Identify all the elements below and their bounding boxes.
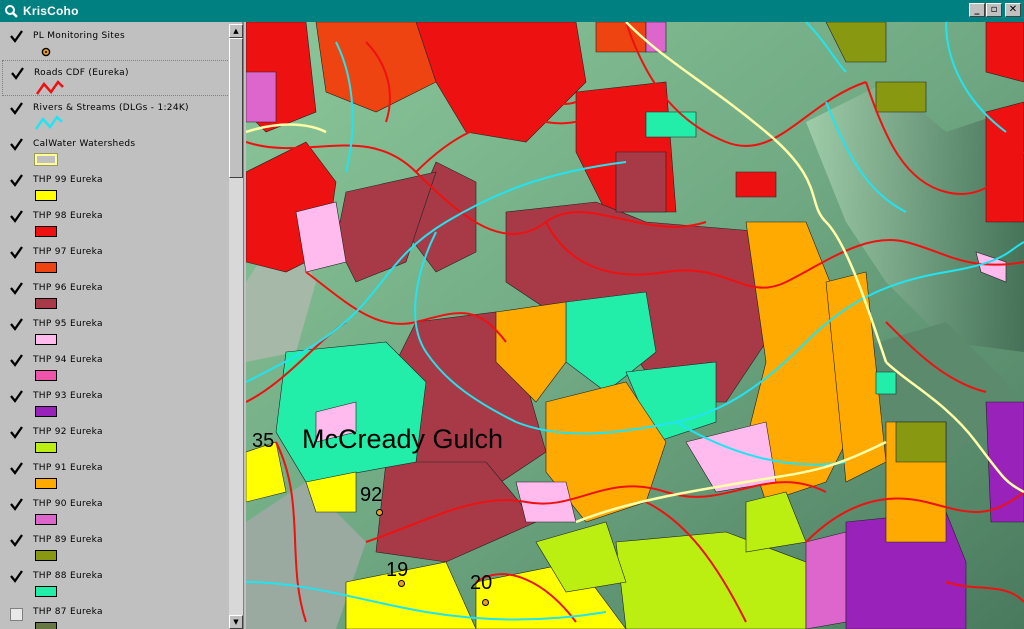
layer-visibility-checkbox[interactable]	[10, 174, 23, 187]
legend-layer-item[interactable]: THP 96 Eureka	[2, 276, 230, 312]
legend-layer-item[interactable]: CalWater Watersheds	[2, 132, 230, 168]
map-canvas[interactable]	[246, 22, 1024, 629]
layer-color-swatch	[35, 550, 57, 561]
layer-visibility-checkbox[interactable]	[10, 102, 23, 115]
layer-visibility-checkbox[interactable]	[10, 354, 23, 367]
layer-color-swatch	[35, 622, 57, 629]
layer-name: THP 93 Eureka	[33, 391, 103, 401]
layer-color-swatch	[35, 334, 57, 345]
scroll-down-button[interactable]: ▼	[229, 615, 243, 629]
layer-color-swatch	[35, 406, 57, 417]
layer-visibility-checkbox[interactable]	[10, 246, 23, 259]
layer-name: THP 87 Eureka	[33, 607, 103, 617]
layer-visibility-checkbox[interactable]	[10, 282, 23, 295]
legend-panel: PL Monitoring Sites Roads CDF (Eureka) Riv…	[0, 22, 244, 629]
maximize-button[interactable]: ▫	[986, 3, 1002, 17]
layer-name: THP 92 Eureka	[33, 427, 103, 437]
site-label-20: 20	[470, 572, 493, 594]
layer-name: Roads CDF (Eureka)	[34, 68, 129, 78]
layer-color-swatch	[35, 262, 57, 273]
layer-visibility-checkbox[interactable]	[10, 462, 23, 475]
legend-layer-item[interactable]: THP 90 Eureka	[2, 492, 230, 528]
legend-layer-item[interactable]: Roads CDF (Eureka)	[2, 60, 230, 96]
legend-layer-item[interactable]: THP 99 Eureka	[2, 168, 230, 204]
legend-layer-item[interactable]: THP 92 Eureka	[2, 420, 230, 456]
layer-color-swatch	[35, 442, 57, 453]
legend-scrollbar[interactable]: ▲ ▼	[229, 24, 243, 629]
site-label-92: 92	[360, 484, 383, 506]
layer-list: PL Monitoring Sites Roads CDF (Eureka) Riv…	[2, 24, 230, 629]
legend-layer-item[interactable]: THP 87 Eureka	[2, 600, 230, 629]
layer-visibility-checkbox[interactable]	[10, 390, 23, 403]
layer-name: THP 95 Eureka	[33, 319, 103, 329]
layer-visibility-checkbox[interactable]	[10, 534, 23, 547]
layer-color-swatch	[35, 298, 57, 309]
close-button[interactable]: ✕	[1005, 3, 1021, 17]
watershed-label: McCready Gulch	[302, 424, 504, 454]
layer-name: THP 98 Eureka	[33, 211, 103, 221]
layer-color-swatch	[34, 153, 58, 166]
legend-layer-item[interactable]: THP 98 Eureka	[2, 204, 230, 240]
map-view[interactable]: McCready Gulch 35 92 19 20	[246, 22, 1024, 629]
legend-layer-item[interactable]: THP 94 Eureka	[2, 348, 230, 384]
monitoring-site-point[interactable]	[482, 599, 489, 606]
magnifier-app-icon	[3, 3, 19, 19]
layer-color-swatch	[35, 478, 57, 489]
layer-visibility-checkbox[interactable]	[10, 570, 23, 583]
layer-visibility-checkbox[interactable]	[10, 210, 23, 223]
monitoring-site-point[interactable]	[376, 509, 383, 516]
layer-name: THP 97 Eureka	[33, 247, 103, 257]
monitoring-site-point[interactable]	[398, 580, 405, 587]
legend-layer-item[interactable]: THP 89 Eureka	[2, 528, 230, 564]
layer-name: PL Monitoring Sites	[33, 31, 125, 41]
window-title: KrisCoho	[23, 4, 79, 18]
layer-visibility-checkbox[interactable]	[10, 426, 23, 439]
layer-name: THP 96 Eureka	[33, 283, 103, 293]
layer-visibility-checkbox[interactable]	[10, 498, 23, 511]
legend-layer-item[interactable]: THP 91 Eureka	[2, 456, 230, 492]
layer-name: THP 89 Eureka	[33, 535, 103, 545]
layer-name: THP 91 Eureka	[33, 463, 103, 473]
layer-color-swatch	[35, 586, 57, 597]
layer-visibility-checkbox[interactable]	[10, 318, 23, 331]
legend-layer-item[interactable]: THP 88 Eureka	[2, 564, 230, 600]
layer-color-swatch	[35, 514, 57, 525]
legend-layer-item[interactable]: THP 93 Eureka	[2, 384, 230, 420]
layer-visibility-checkbox[interactable]	[10, 138, 23, 151]
layer-visibility-checkbox[interactable]	[10, 30, 23, 43]
scroll-thumb[interactable]	[229, 38, 243, 178]
layer-name: THP 90 Eureka	[33, 499, 103, 509]
site-label-35: 35	[252, 430, 275, 452]
title-bar: KrisCoho _ ▫ ✕	[0, 0, 1024, 22]
layer-visibility-checkbox[interactable]	[11, 67, 24, 80]
scroll-up-button[interactable]: ▲	[229, 24, 243, 38]
site-label-19: 19	[386, 559, 409, 581]
legend-layer-item[interactable]: THP 97 Eureka	[2, 240, 230, 276]
layer-name: THP 94 Eureka	[33, 355, 103, 365]
legend-layer-item[interactable]: THP 95 Eureka	[2, 312, 230, 348]
legend-layer-item[interactable]: Rivers & Streams (DLGs - 1:24K)	[2, 96, 230, 132]
layer-name: THP 88 Eureka	[33, 571, 103, 581]
layer-name: THP 99 Eureka	[33, 175, 103, 185]
layer-color-swatch	[35, 226, 57, 237]
layer-name: Rivers & Streams (DLGs - 1:24K)	[33, 103, 189, 113]
layer-name: CalWater Watersheds	[33, 139, 136, 149]
layer-visibility-checkbox[interactable]	[10, 608, 23, 621]
minimize-button[interactable]: _	[969, 3, 985, 17]
legend-layer-item[interactable]: PL Monitoring Sites	[2, 24, 230, 60]
layer-color-swatch	[35, 370, 57, 381]
layer-color-swatch	[35, 190, 57, 201]
